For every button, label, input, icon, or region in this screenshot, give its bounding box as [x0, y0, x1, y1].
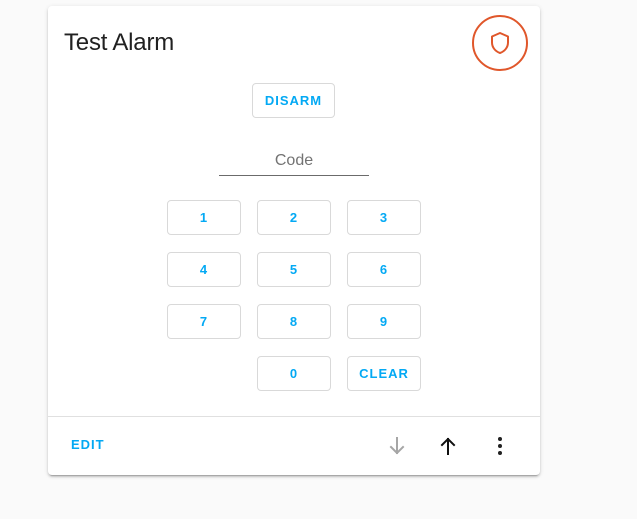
keypad-key-3[interactable]: 3: [347, 200, 421, 235]
more-vertical-icon: [498, 437, 502, 455]
keypad-key-8[interactable]: 8: [257, 304, 331, 339]
alarm-panel-card: Test Alarm DISARM 1 2 3 4 5 6 7 8 9 0 CL…: [48, 6, 540, 475]
keypad-key-2[interactable]: 2: [257, 200, 331, 235]
edit-button[interactable]: EDIT: [71, 437, 105, 452]
keypad-key-0[interactable]: 0: [257, 356, 331, 391]
keypad-key-4[interactable]: 4: [167, 252, 241, 287]
arrow-down-icon: [389, 437, 405, 455]
arrow-up-icon: [440, 437, 456, 455]
code-input[interactable]: [219, 149, 369, 173]
keypad-key-1[interactable]: 1: [167, 200, 241, 235]
more-options-button[interactable]: [488, 434, 512, 458]
clear-button[interactable]: CLEAR: [347, 356, 421, 391]
move-down-button[interactable]: [385, 434, 409, 458]
move-up-button[interactable]: [436, 434, 460, 458]
keypad-key-9[interactable]: 9: [347, 304, 421, 339]
disarm-button[interactable]: DISARM: [252, 83, 335, 118]
footer-divider: [48, 416, 540, 417]
keypad-key-7[interactable]: 7: [167, 304, 241, 339]
keypad-key-6[interactable]: 6: [347, 252, 421, 287]
card-title: Test Alarm: [64, 29, 175, 56]
shield-icon: [491, 32, 509, 54]
code-field[interactable]: [219, 149, 369, 176]
keypad-key-5[interactable]: 5: [257, 252, 331, 287]
alarm-state-badge[interactable]: [472, 15, 528, 71]
